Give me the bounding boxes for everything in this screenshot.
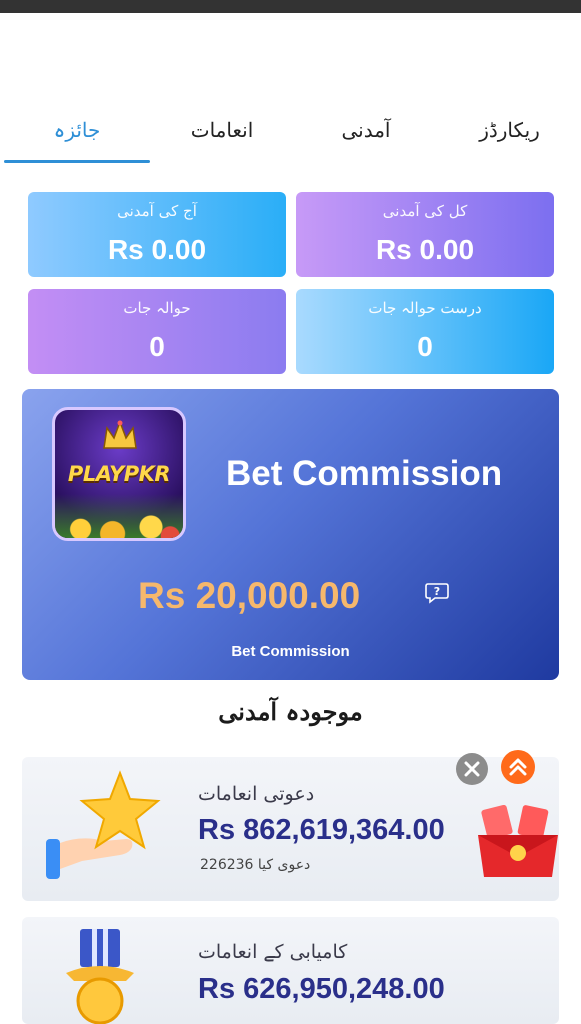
bet-commission-amount: Rs 20,000.00 bbox=[138, 575, 361, 616]
tab-overview[interactable]: جائزہ bbox=[4, 105, 150, 155]
today-income-card: آج کی آمدنی Rs 0.00 bbox=[28, 192, 286, 277]
referrals-value: 0 bbox=[149, 331, 165, 362]
star-hand-icon bbox=[46, 770, 161, 879]
app-logo: PLAYPKR bbox=[52, 407, 186, 541]
scroll-to-top-button[interactable] bbox=[501, 750, 535, 784]
close-icon bbox=[464, 761, 480, 777]
total-income-value: Rs 0.00 bbox=[375, 234, 475, 265]
tab-bar: جائزہ انعامات آمدنی ریکارڈز bbox=[0, 105, 581, 163]
active-tab-indicator bbox=[4, 160, 150, 163]
valid-referrals-label: درست حوالہ جات bbox=[368, 299, 482, 317]
logo-text: PLAYPKR bbox=[67, 462, 171, 486]
tab-records[interactable]: ریکارڈز bbox=[438, 105, 581, 155]
red-envelope-icon bbox=[478, 805, 558, 877]
section-title: موجودہ آمدنی bbox=[218, 697, 363, 726]
referrals-label: حوالہ جات bbox=[123, 299, 191, 317]
medal-icon bbox=[66, 929, 134, 1024]
bet-commission-card[interactable]: PLAYPKR Bet Commission Rs 20,000.00 ? Be… bbox=[22, 389, 559, 680]
double-chevron-up-icon bbox=[509, 758, 527, 776]
referrals-card: حوالہ جات 0 bbox=[28, 289, 286, 374]
coins-decoration bbox=[55, 494, 183, 538]
invitation-rewards-label: دعوتی انعامات bbox=[198, 783, 315, 805]
today-income-value: Rs 0.00 bbox=[107, 234, 207, 265]
achievement-rewards-card[interactable]: کامیابی کے انعامات Rs 626,950,248.00 bbox=[22, 917, 559, 1024]
bet-commission-footer: Bet Commission bbox=[231, 643, 350, 660]
svg-text:?: ? bbox=[434, 585, 440, 598]
close-button[interactable] bbox=[456, 753, 488, 785]
invitation-rewards-claimed: 226236 دعوی کیا bbox=[200, 857, 311, 873]
total-income-card: کل کی آمدنی Rs 0.00 bbox=[296, 192, 554, 277]
total-income-label: کل کی آمدنی bbox=[382, 202, 468, 220]
invitation-rewards-value: Rs 862,619,364.00 bbox=[198, 814, 445, 846]
valid-referrals-value: 0 bbox=[417, 331, 433, 362]
achievement-rewards-label: کامیابی کے انعامات bbox=[198, 941, 348, 963]
tab-income[interactable]: آمدنی bbox=[294, 105, 438, 155]
achievement-rewards-value: Rs 626,950,248.00 bbox=[198, 973, 445, 1005]
tab-rewards[interactable]: انعامات bbox=[150, 105, 294, 155]
help-icon[interactable]: ? bbox=[425, 582, 449, 604]
valid-referrals-card: درست حوالہ جات 0 bbox=[296, 289, 554, 374]
bet-commission-title: Bet Commission bbox=[226, 454, 503, 493]
status-bar bbox=[0, 0, 581, 13]
crown-icon bbox=[103, 420, 137, 449]
today-income-label: آج کی آمدنی bbox=[117, 202, 197, 220]
